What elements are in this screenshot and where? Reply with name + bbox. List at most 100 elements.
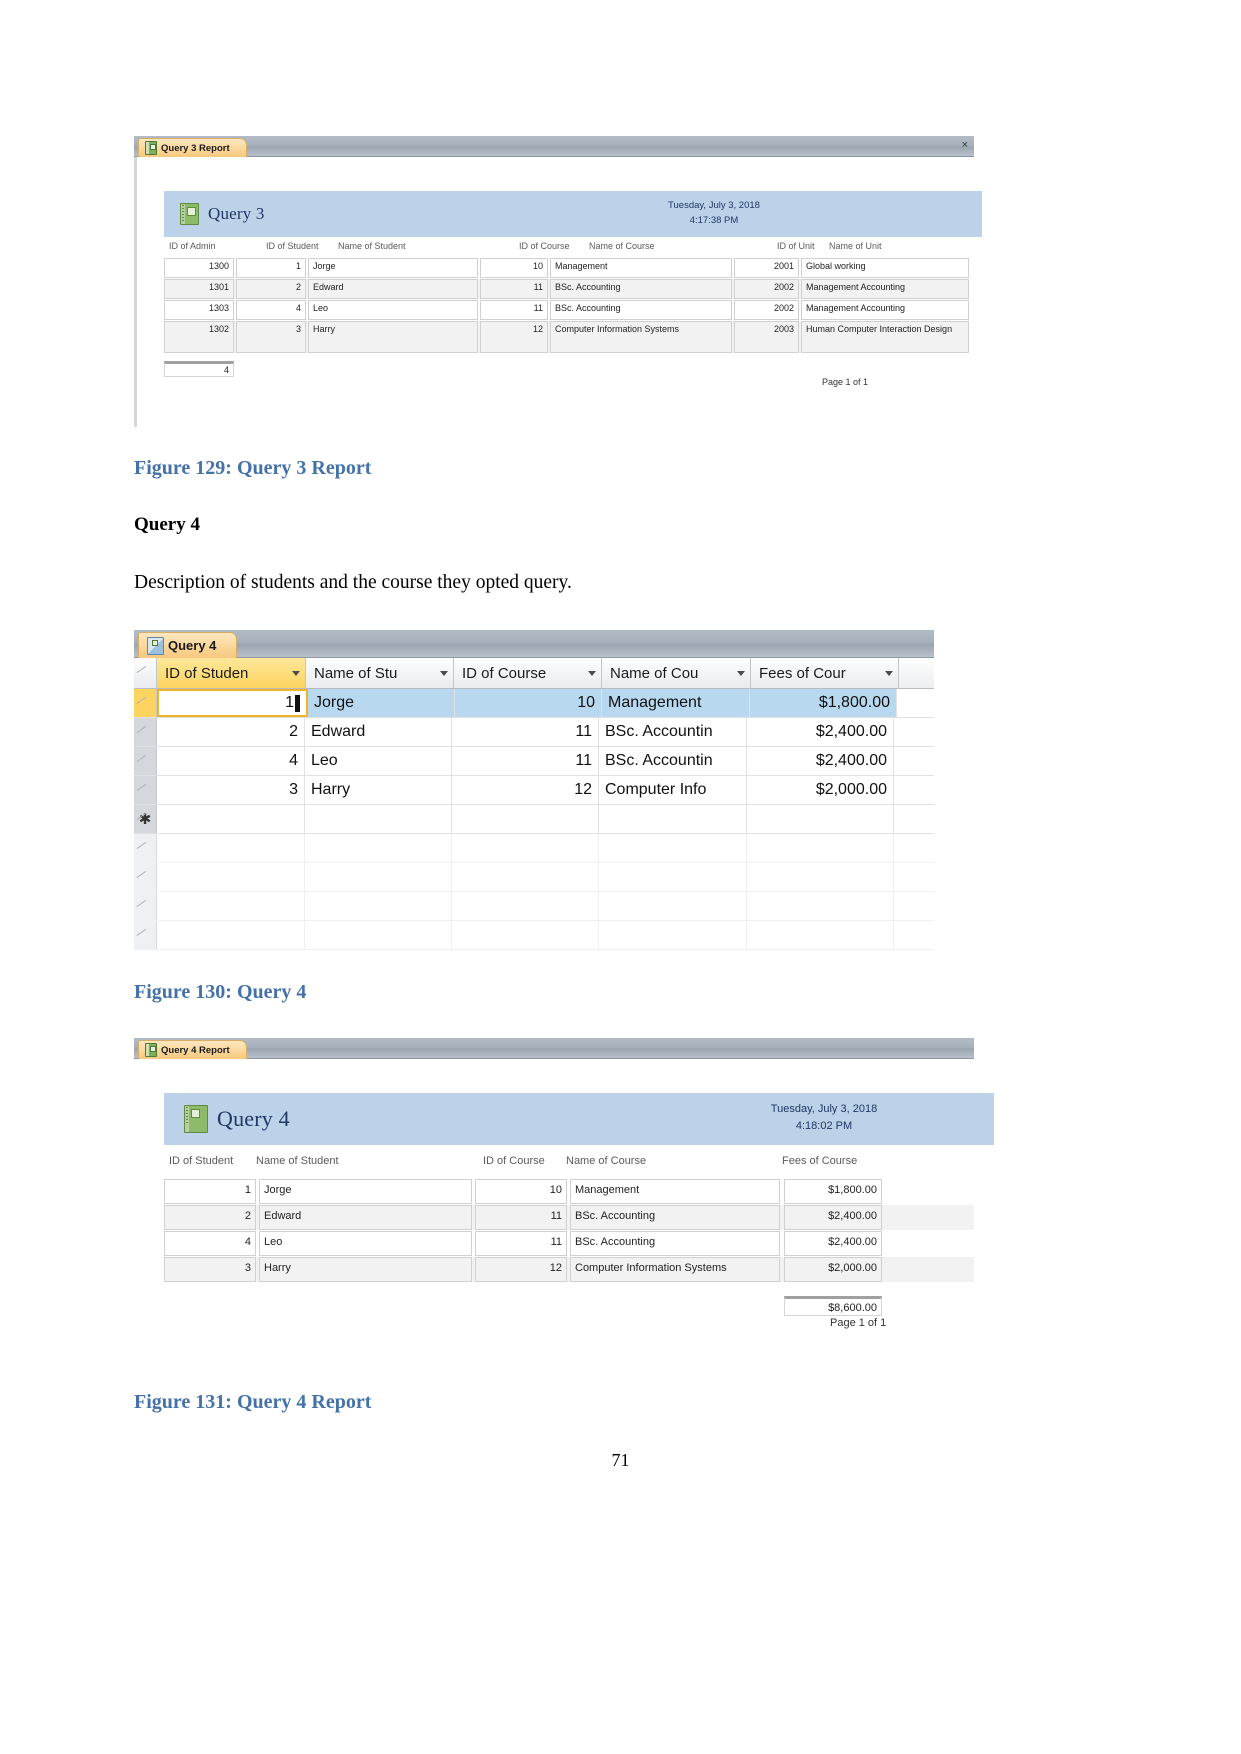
empty-cell: [452, 834, 599, 862]
empty-cell: [157, 863, 305, 891]
cell-id-of-admin: 1302: [164, 321, 234, 353]
cell-id-of-student: 4: [236, 300, 306, 320]
report-time: 4:17:38 PM: [689, 215, 739, 226]
cell-fees-of-course[interactable]: $1,800.00: [750, 689, 897, 717]
chevron-down-icon[interactable]: [292, 670, 300, 676]
cell-name-of-unit: Management Accounting: [801, 300, 969, 320]
cell-id-of-unit: 2002: [734, 279, 799, 299]
cell-name-of-student[interactable]: Edward: [305, 718, 452, 746]
empty-cell: [599, 863, 747, 891]
empty-cell: [599, 834, 747, 862]
col-name-of-unit: Name of Unit: [829, 241, 882, 251]
chevron-down-icon[interactable]: [440, 670, 448, 676]
cell-id-of-student[interactable]: 4: [157, 747, 305, 775]
new-record-row[interactable]: ✱: [134, 805, 934, 834]
cell-fees-of-course: $2,400.00: [784, 1231, 882, 1256]
cell-name-of-course: BSc. Accounting: [570, 1205, 780, 1230]
close-icon[interactable]: ×: [962, 139, 968, 151]
table-row[interactable]: 3 Harry 12 Computer Info $2,000.00: [134, 776, 934, 805]
col-id-of-unit: ID of Unit: [777, 241, 815, 251]
col-id-of-student: ID of Student: [169, 1155, 234, 1167]
tab-query4[interactable]: Query 4: [138, 632, 238, 658]
query4-report-canvas: Query 4 Tuesday, July 3, 2018 4:18:02 PM…: [134, 1059, 994, 1329]
empty-cell: [599, 921, 747, 949]
chevron-down-icon[interactable]: [885, 670, 893, 676]
row-selector[interactable]: [134, 776, 157, 804]
cell-id-of-student: 3: [164, 1257, 256, 1282]
query-icon: [147, 636, 164, 655]
cell-fees-of-course[interactable]: $2,400.00: [747, 718, 894, 746]
column-header-id-of-course[interactable]: ID of Course: [454, 658, 602, 688]
table-row[interactable]: 2 Edward 11 BSc. Accountin $2,400.00: [134, 718, 934, 747]
cell-id-of-course[interactable]: 11: [452, 718, 599, 746]
row-selector[interactable]: [134, 718, 157, 746]
col-id-of-course: ID of Course: [483, 1155, 545, 1167]
cell-name-of-student[interactable]: Harry: [305, 776, 452, 804]
cell-name-of-course[interactable]: Computer Info: [599, 776, 747, 804]
row-selector[interactable]: [134, 747, 157, 775]
query3-report-tabbar: Query 3 Report ×: [134, 136, 974, 157]
table-row[interactable]: 4 Leo 11 BSc. Accountin $2,400.00: [134, 747, 934, 776]
cell-id-of-course[interactable]: 10: [455, 689, 602, 717]
row-selector[interactable]: [134, 689, 157, 717]
empty-cell: [305, 921, 452, 949]
cell-id-of-course-new[interactable]: [452, 805, 599, 833]
cell-id-of-course: 10: [480, 258, 548, 278]
cell-id-of-student[interactable]: 3: [157, 776, 305, 804]
report-datetime: Tuesday, July 3, 2018 4:17:38 PM: [594, 198, 834, 228]
cell-id-of-course: 11: [475, 1205, 567, 1230]
cell-name-of-student[interactable]: Jorge: [308, 689, 455, 717]
cell-name-of-student[interactable]: Leo: [305, 747, 452, 775]
col-id-of-admin: ID of Admin: [169, 241, 216, 251]
cell-fees-of-course-new[interactable]: [747, 805, 894, 833]
cell-id-of-course[interactable]: 12: [452, 776, 599, 804]
figure-caption-131: Figure 131: Query 4 Report: [134, 1391, 372, 1413]
cell-name-of-student-new[interactable]: [305, 805, 452, 833]
cell-name-of-course[interactable]: Management: [602, 689, 750, 717]
cell-name-of-course: Computer Information Systems: [570, 1257, 780, 1282]
column-header-fees-of-course[interactable]: Fees of Cour: [751, 658, 899, 688]
query4-report-column-headers: ID of Student Name of Student ID of Cour…: [164, 1155, 974, 1171]
cell-name-of-course[interactable]: BSc. Accountin: [599, 718, 747, 746]
datasheet-header-row: ID of Studen Name of Stu ID of Course Na…: [134, 658, 934, 689]
cell-id-of-course[interactable]: 11: [452, 747, 599, 775]
column-header-name-of-student[interactable]: Name of Stu: [306, 658, 454, 688]
cell-id-of-admin: 1301: [164, 279, 234, 299]
cell-id-of-student[interactable]: 1: [157, 689, 308, 717]
empty-cell: [305, 863, 452, 891]
cell-name-of-student: Harry: [308, 321, 478, 353]
cell-name-of-student: Edward: [259, 1205, 472, 1230]
cell-id-of-course: 11: [475, 1231, 567, 1256]
new-record-marker[interactable]: ✱: [134, 805, 157, 833]
document-page: Query 3 Report × Query 3 Tuesday, July 3…: [0, 0, 1241, 1754]
empty-cell: [157, 892, 305, 920]
cell-name-of-student: Leo: [308, 300, 478, 320]
query3-report-canvas: Query 3 Tuesday, July 3, 2018 4:17:38 PM…: [134, 157, 982, 427]
report-page-footer: Page 1 of 1: [830, 1317, 887, 1329]
cell-name-of-course-new[interactable]: [599, 805, 747, 833]
tab-query4-report[interactable]: Query 4 Report: [138, 1040, 247, 1059]
cell-name-of-course: BSc. Accounting: [550, 279, 732, 299]
cell-fees-of-course[interactable]: $2,400.00: [747, 747, 894, 775]
column-header-id-of-student[interactable]: ID of Studen: [157, 658, 306, 688]
chevron-down-icon[interactable]: [737, 670, 745, 676]
cell-id-of-student-new[interactable]: [157, 805, 305, 833]
query3-report-rows: 1300 1 Jorge 10 Management 2001 Global w…: [164, 258, 969, 353]
report-page-footer: Page 1 of 1: [822, 377, 869, 387]
report-title: Query 4: [217, 1106, 290, 1131]
query4-report-tabbar: Query 4 Report: [134, 1038, 974, 1059]
chevron-down-icon[interactable]: [588, 670, 596, 676]
col-name-of-course: Name of Course: [566, 1155, 647, 1167]
tab-query3-report[interactable]: Query 3 Report: [138, 138, 247, 157]
col-id-of-course: ID of Course: [519, 241, 570, 251]
cell-id-of-student[interactable]: 2: [157, 718, 305, 746]
cell-id-of-student: 1: [236, 258, 306, 278]
select-all-corner[interactable]: [134, 658, 157, 688]
figure-caption-129: Figure 129: Query 3 Report: [134, 457, 372, 479]
report-book-icon: [180, 203, 199, 225]
cell-name-of-course[interactable]: BSc. Accountin: [599, 747, 747, 775]
cell-fees-of-course[interactable]: $2,000.00: [747, 776, 894, 804]
column-header-name-of-course[interactable]: Name of Cou: [602, 658, 751, 688]
table-row[interactable]: 1 Jorge 10 Management $1,800.00: [134, 689, 934, 718]
column-label: Name of Stu: [314, 664, 398, 682]
